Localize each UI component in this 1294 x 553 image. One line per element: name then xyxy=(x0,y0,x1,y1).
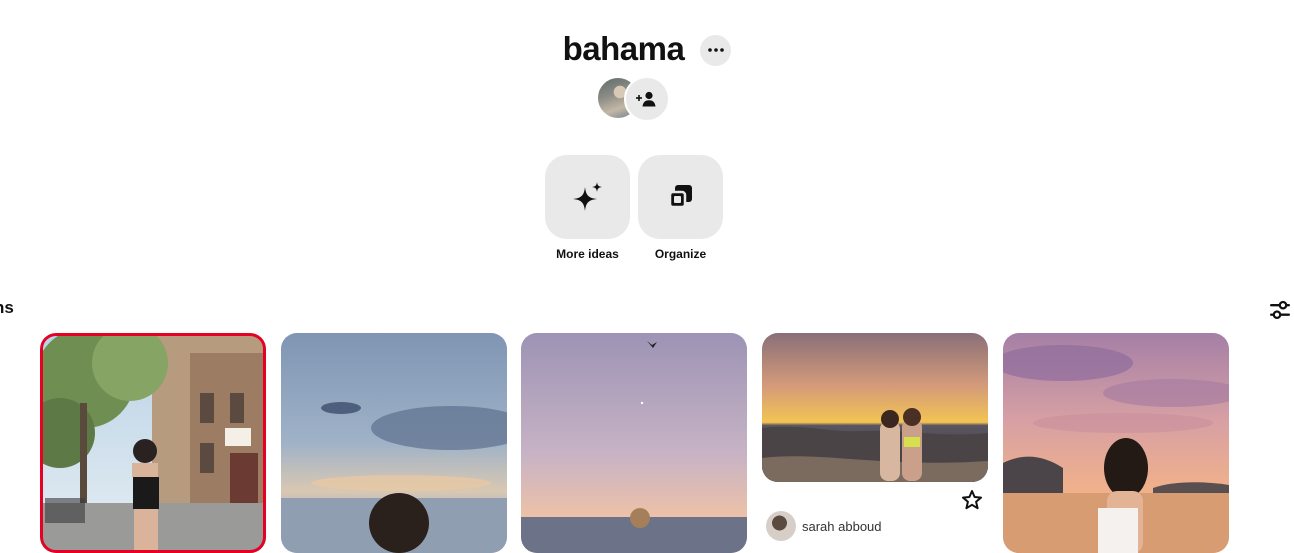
board-header: bahama xyxy=(0,28,1294,70)
pin-image xyxy=(762,333,988,482)
pin-card[interactable] xyxy=(1003,333,1229,553)
pin-image xyxy=(281,333,507,553)
pin-card[interactable] xyxy=(521,333,747,553)
pin-author[interactable]: sarah abboud xyxy=(802,519,882,534)
star-icon[interactable] xyxy=(961,489,983,511)
pin-card[interactable] xyxy=(40,333,266,553)
filter-sliders-icon[interactable] xyxy=(1269,299,1291,321)
pin-image xyxy=(521,333,747,553)
add-collaborator-button[interactable] xyxy=(624,76,670,122)
board-actions: More ideas Organize xyxy=(545,155,723,261)
ellipsis-icon xyxy=(708,48,724,52)
more-ideas-action[interactable]: More ideas xyxy=(545,155,630,261)
organize-button[interactable] xyxy=(638,155,723,239)
more-ideas-label: More ideas xyxy=(556,247,619,261)
pin-image xyxy=(40,333,266,553)
board-title: bahama xyxy=(562,30,685,67)
collaborators xyxy=(596,76,676,122)
section-label: ns xyxy=(0,298,14,317)
organize-label: Organize xyxy=(654,247,707,261)
pin-card[interactable] xyxy=(762,333,988,482)
avatar[interactable] xyxy=(766,511,796,541)
sparkle-icon xyxy=(572,182,602,211)
organize-action[interactable]: Organize xyxy=(638,155,723,261)
pin-image xyxy=(1003,333,1229,553)
pin-card[interactable] xyxy=(281,333,507,553)
add-person-icon xyxy=(636,91,656,107)
board-more-button[interactable] xyxy=(700,34,732,66)
pin-meta: sarah abboud xyxy=(766,511,882,541)
organize-icon xyxy=(668,185,692,209)
more-ideas-button[interactable] xyxy=(545,155,630,239)
